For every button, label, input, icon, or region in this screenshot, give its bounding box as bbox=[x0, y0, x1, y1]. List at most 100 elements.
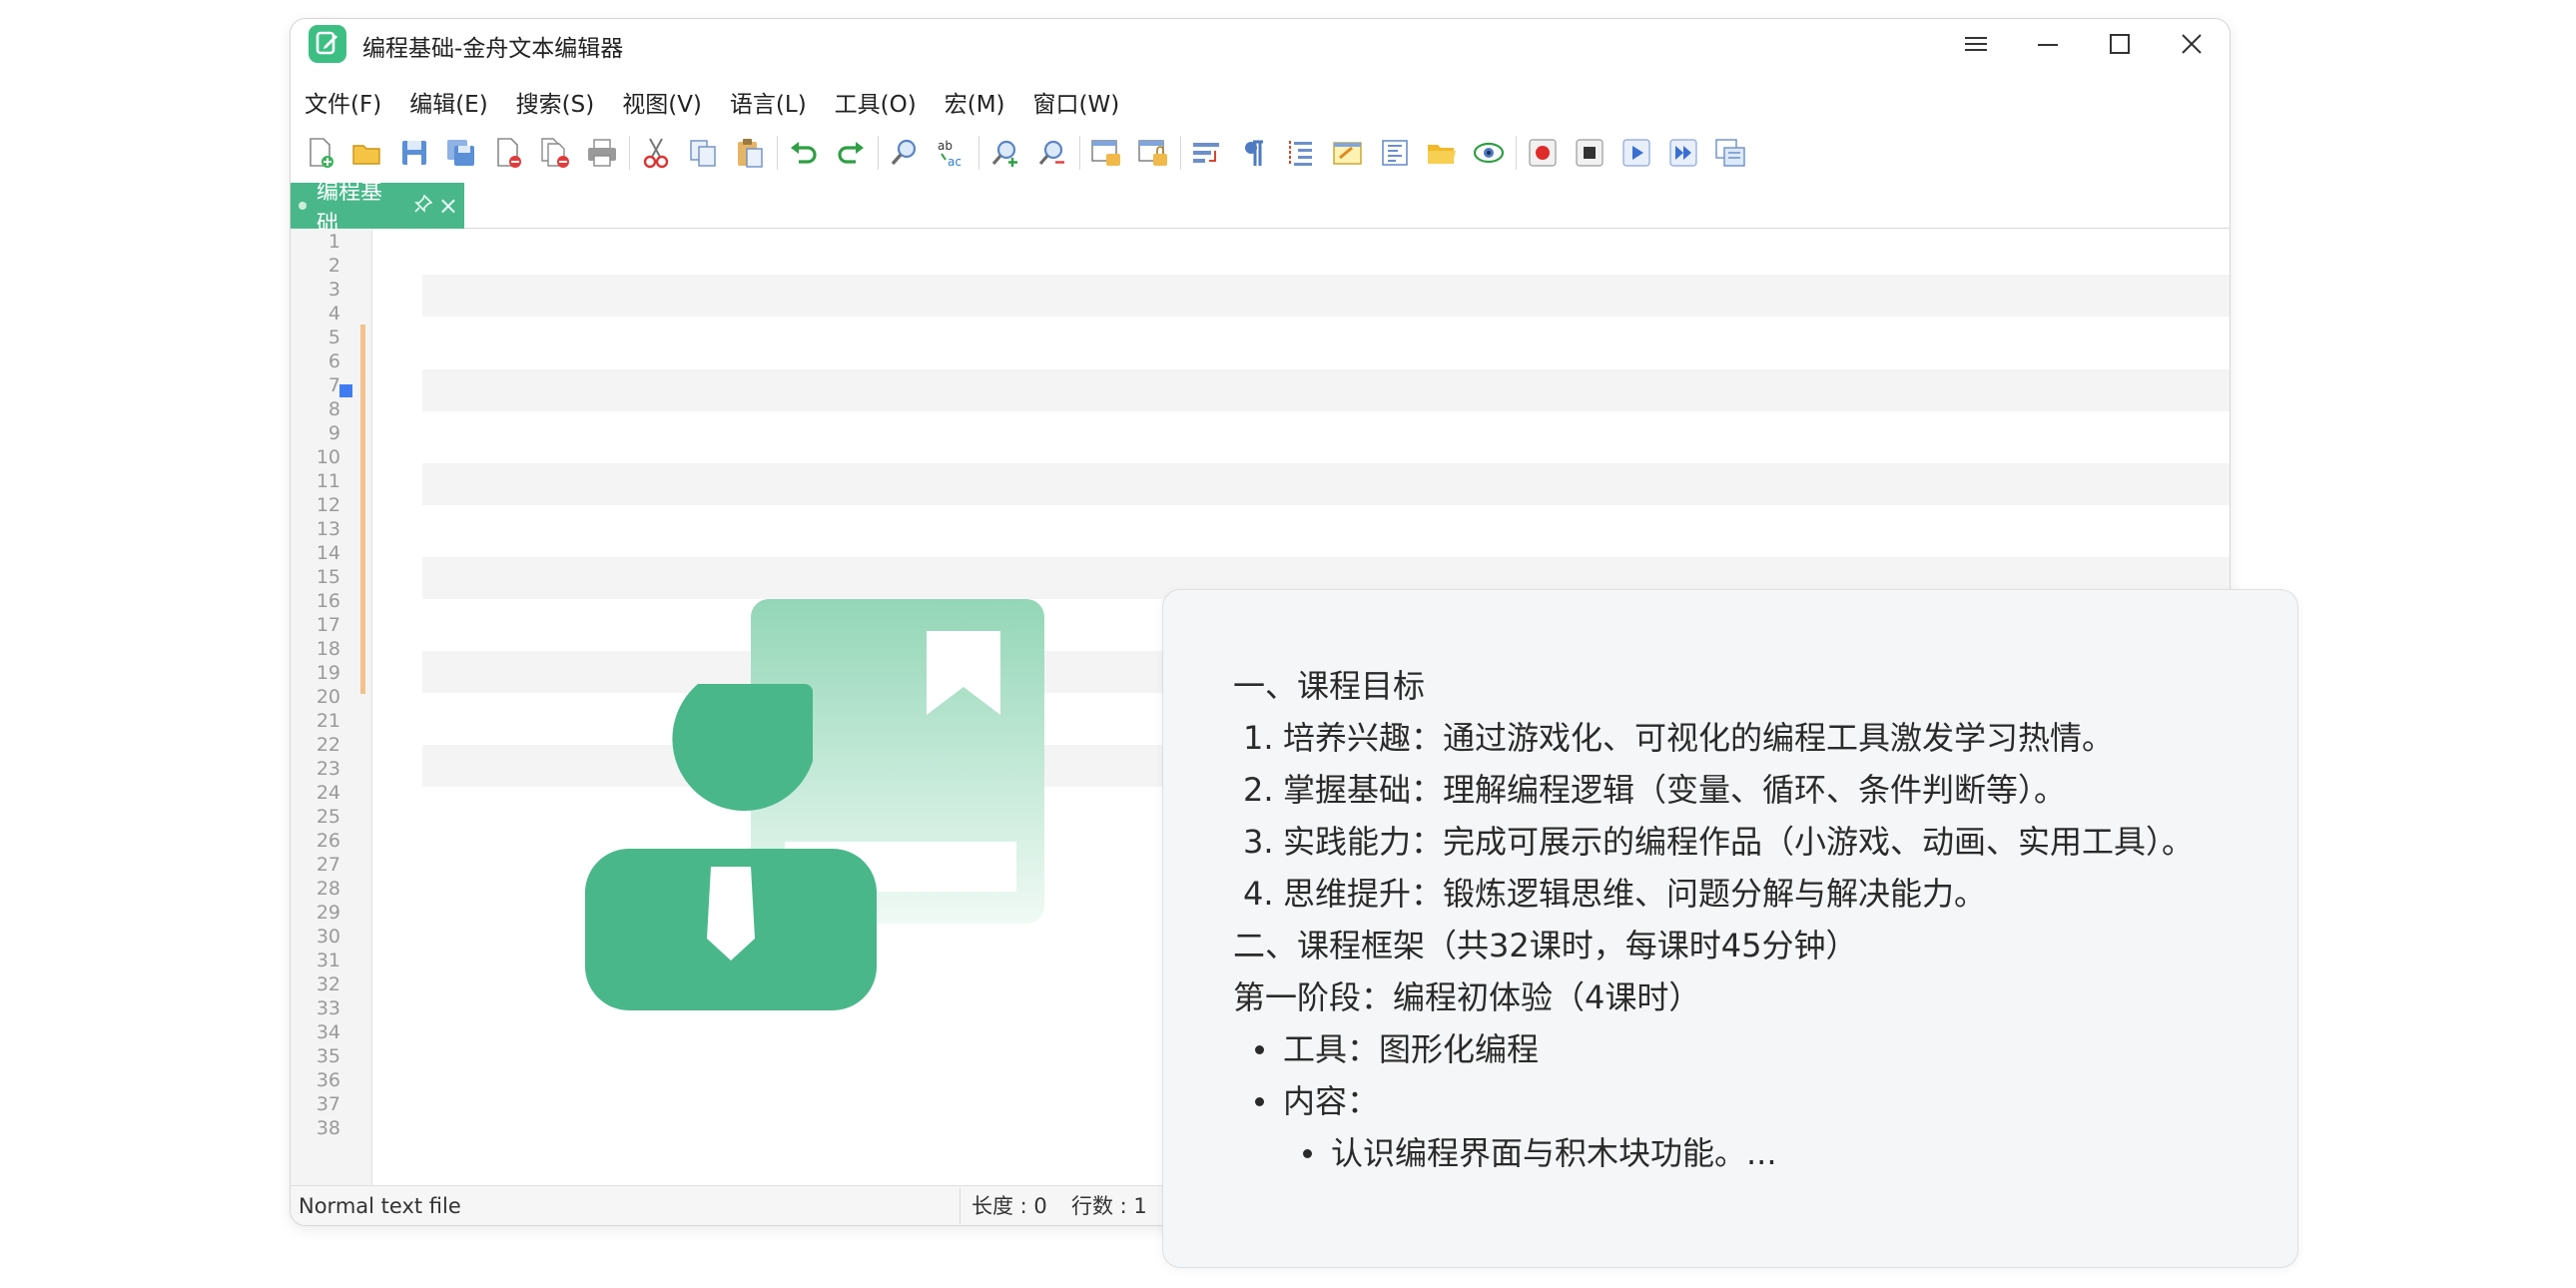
line-number: 10 bbox=[316, 446, 340, 468]
line-numbers: 1 2 3 4 5 6 7 8 9 10 11 12 13 14 15 16 17 18 19 20 21 22 23 24 2… bbox=[291, 230, 340, 1140]
line-number: 26 bbox=[316, 830, 340, 852]
show-all-chars-icon[interactable] bbox=[1234, 133, 1274, 173]
line-number: 20 bbox=[316, 686, 340, 708]
menu-macro[interactable]: 宏(M) bbox=[931, 85, 1019, 125]
menu-file[interactable]: 文件(F) bbox=[291, 85, 395, 125]
copy-icon[interactable] bbox=[683, 133, 723, 173]
zoom-out-icon[interactable] bbox=[1032, 133, 1072, 173]
line-number: 29 bbox=[316, 902, 340, 924]
redo-icon[interactable] bbox=[831, 133, 871, 173]
line-number: 21 bbox=[316, 710, 340, 732]
line-number: 3 bbox=[327, 279, 340, 301]
user-language-icon[interactable] bbox=[1328, 133, 1368, 173]
line-number: 38 bbox=[316, 1117, 340, 1139]
word-wrap-icon[interactable] bbox=[1187, 133, 1227, 173]
line-number: 8 bbox=[327, 398, 340, 420]
goal-item: 3. 实践能力：完成可展示的编程作品（小游戏、动画、实用工具）。 bbox=[1233, 816, 2242, 868]
line-number: 18 bbox=[316, 638, 340, 660]
stop-macro-icon[interactable] bbox=[1570, 133, 1610, 173]
line-number: 13 bbox=[316, 518, 340, 540]
status-divider bbox=[960, 1188, 961, 1224]
line-number: 7 bbox=[327, 374, 340, 396]
goal-number: 4. bbox=[1243, 875, 1274, 913]
run-macro-multiple-icon[interactable] bbox=[1663, 133, 1703, 173]
replace-icon[interactable]: ab ac bbox=[932, 133, 971, 173]
menu-tools[interactable]: 工具(O) bbox=[821, 85, 931, 125]
folder-workspace-icon[interactable] bbox=[1422, 133, 1462, 173]
line-number-gutter: 1 2 3 4 5 6 7 8 9 10 11 12 13 14 15 16 17 18 19 20 21 22 23 24 2… bbox=[291, 230, 372, 1186]
line-number: 30 bbox=[316, 926, 340, 948]
bullet-dot bbox=[1255, 1097, 1264, 1106]
tab-document[interactable]: 编程基础 × bbox=[291, 180, 464, 237]
document-map-icon[interactable] bbox=[1375, 133, 1415, 173]
save-macro-icon[interactable] bbox=[1710, 133, 1750, 173]
toolbar-separator bbox=[878, 136, 879, 170]
goal-number: 2. bbox=[1243, 771, 1274, 809]
menu-view[interactable]: 视图(V) bbox=[608, 85, 716, 125]
line-number: 12 bbox=[316, 494, 340, 516]
bullet-text: 内容： bbox=[1283, 1082, 1380, 1120]
print-icon[interactable] bbox=[582, 133, 622, 173]
line-number: 6 bbox=[327, 350, 340, 372]
goal-number: 1. bbox=[1243, 719, 1274, 757]
window-title: 编程基础-金舟文本编辑器 bbox=[362, 36, 624, 62]
tab-close-icon[interactable]: × bbox=[438, 192, 458, 220]
goal-item: 4. 思维提升：锻炼逻辑思维、问题分解与解决能力。 bbox=[1233, 868, 2242, 920]
menu-bar: 文件(F) 编辑(E) 搜索(S) 视图(V) 语言(L) 工具(O) 宏(M)… bbox=[291, 85, 1133, 125]
change-history-marker bbox=[360, 324, 365, 694]
svg-text:ac: ac bbox=[948, 155, 962, 169]
line-highlight-stripe bbox=[422, 369, 2230, 411]
title-bar[interactable]: 编程基础-金舟文本编辑器 bbox=[291, 19, 2230, 79]
close-file-icon[interactable] bbox=[488, 133, 528, 173]
toolbar: ab ac bbox=[301, 131, 1757, 175]
menu-search[interactable]: 搜索(S) bbox=[502, 85, 609, 125]
open-file-icon[interactable] bbox=[347, 133, 387, 173]
line-number: 35 bbox=[316, 1045, 340, 1067]
close-button[interactable] bbox=[2156, 19, 2228, 69]
line-highlight-stripe bbox=[422, 275, 2230, 317]
close-all-icon[interactable] bbox=[535, 133, 575, 173]
line-number: 34 bbox=[316, 1021, 340, 1043]
new-file-icon[interactable] bbox=[301, 133, 340, 173]
pin-icon[interactable] bbox=[413, 194, 433, 218]
line-highlight-stripe bbox=[422, 463, 2230, 505]
tab-modified-dot bbox=[299, 202, 307, 210]
record-macro-icon[interactable] bbox=[1523, 133, 1563, 173]
bullet-dot bbox=[1303, 1149, 1312, 1158]
undo-icon[interactable] bbox=[784, 133, 824, 173]
menu-window[interactable]: 窗口(W) bbox=[1019, 85, 1134, 125]
section-heading-framework: 二、课程框架（共32课时，每课时45分钟） bbox=[1233, 927, 1858, 965]
maximize-button[interactable] bbox=[2084, 19, 2156, 69]
tab-label: 编程基础 bbox=[316, 180, 382, 237]
save-icon[interactable] bbox=[394, 133, 434, 173]
line-number: 19 bbox=[316, 662, 340, 684]
play-macro-icon[interactable] bbox=[1616, 133, 1656, 173]
indent-guide-icon[interactable] bbox=[1281, 133, 1321, 173]
menu-language[interactable]: 语言(L) bbox=[716, 85, 821, 125]
sync-horizontal-icon[interactable] bbox=[1133, 133, 1173, 173]
bullet-text: 认识编程界面与积木块功能。... bbox=[1331, 1134, 1777, 1172]
status-file-type: Normal text file bbox=[299, 1194, 461, 1218]
line-number: 24 bbox=[316, 782, 340, 804]
bullet-text: 工具：图形化编程 bbox=[1283, 1030, 1540, 1068]
menu-edit[interactable]: 编辑(E) bbox=[395, 85, 501, 125]
line-number: 27 bbox=[316, 854, 340, 876]
paste-icon[interactable] bbox=[730, 133, 770, 173]
menu-icon[interactable] bbox=[1940, 19, 2012, 69]
stage-heading: 第一阶段：编程初体验（4课时） bbox=[1233, 978, 1701, 1016]
bookmark-icon[interactable] bbox=[339, 384, 352, 397]
monitoring-icon[interactable] bbox=[1469, 133, 1509, 173]
line-number: 33 bbox=[316, 997, 340, 1019]
goal-item: 1. 培养兴趣：通过游戏化、可视化的编程工具激发学习热情。 bbox=[1233, 712, 2242, 764]
minimize-button[interactable] bbox=[2012, 19, 2084, 69]
zoom-in-icon[interactable] bbox=[985, 133, 1025, 173]
sync-vertical-icon[interactable] bbox=[1086, 133, 1126, 173]
toolbar-separator bbox=[777, 136, 778, 170]
line-number: 17 bbox=[316, 614, 340, 636]
toolbar-separator bbox=[978, 136, 979, 170]
user-profile-illustration bbox=[585, 599, 1044, 1018]
find-icon[interactable] bbox=[885, 133, 925, 173]
cut-icon[interactable] bbox=[636, 133, 676, 173]
line-number: 5 bbox=[327, 326, 340, 348]
save-all-icon[interactable] bbox=[441, 133, 481, 173]
